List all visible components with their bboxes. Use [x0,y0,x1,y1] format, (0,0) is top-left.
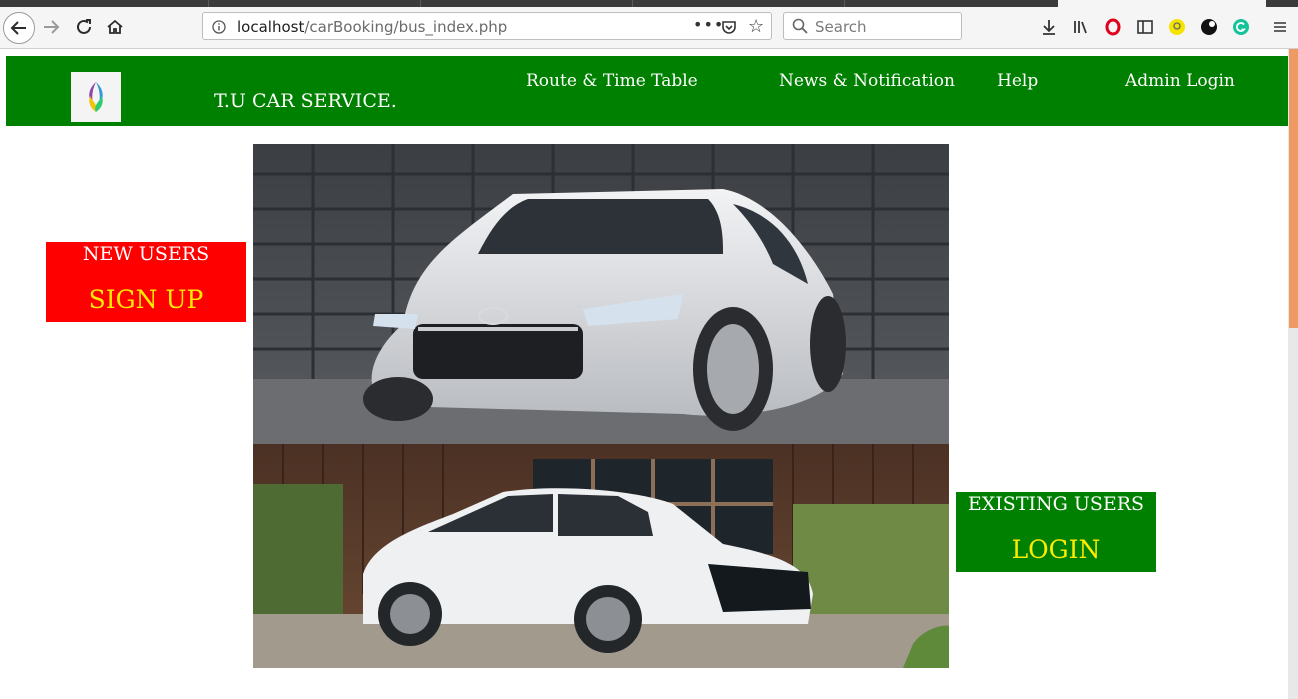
extension-icon[interactable] [1199,17,1219,37]
car-image-side [253,444,949,668]
search-placeholder: Search [815,18,867,36]
new-users-caption: NEW USERS [82,243,210,265]
signup-box[interactable]: NEW USERS SIGN UP [46,242,246,322]
tab-separator [844,0,845,7]
tab-separator [420,0,421,7]
forward-button[interactable] [36,12,66,42]
white-sedan-side-icon [253,444,949,668]
signup-link[interactable]: SIGN UP [46,286,246,314]
sidebar-icon[interactable] [1135,17,1155,37]
nav-help[interactable]: Help [997,71,1038,91]
login-box[interactable]: EXISTING USERS LOGIN [956,492,1156,572]
nav-news-notification[interactable]: News & Notification [779,71,955,91]
nav-admin-login[interactable]: Admin Login [1125,71,1235,91]
tab-separator [208,0,209,7]
menu-icon[interactable] [1270,17,1290,37]
url-host: localhost [237,18,305,36]
info-icon[interactable] [212,19,226,34]
reload-button[interactable] [69,12,99,42]
nav-route-time-table[interactable]: Route & Time Table [526,71,698,91]
arrow-right-icon [44,20,60,34]
existing-users-caption: EXISTING USERS [967,493,1145,515]
home-icon [107,19,123,34]
search-icon [792,18,808,38]
site-title: T.U CAR SERVICE. [214,90,397,112]
pocket-icon[interactable] [721,19,737,39]
lightbulb-icon[interactable] [1167,17,1187,37]
login-link[interactable]: LOGIN [956,536,1156,564]
bookmark-star-icon[interactable]: ☆ [748,16,764,37]
browser-toolbar: localhost/carBooking/bus_index.php ••• ☆… [0,7,1298,49]
url-bar[interactable]: localhost/carBooking/bus_index.php ••• ☆ [202,12,772,40]
logo-icon [89,82,103,112]
opera-icon[interactable] [1103,17,1123,37]
site-logo[interactable] [71,72,121,122]
arrow-left-icon [10,21,26,35]
download-icon[interactable] [1039,17,1059,37]
search-bar[interactable]: Search [783,12,962,40]
car-image-front [253,144,949,444]
grammarly-icon[interactable] [1231,17,1251,37]
tab-separator [632,0,633,7]
url-text[interactable]: localhost/carBooking/bus_index.php [237,18,507,36]
page-actions-icon[interactable]: ••• [693,15,724,34]
home-button[interactable] [100,12,130,42]
back-button[interactable] [3,12,35,44]
library-icon[interactable] [1071,17,1091,37]
browser-tab-strip [0,0,1298,7]
page-scrollbar-thumb[interactable] [1289,49,1298,328]
site-header: T.U CAR SERVICE. Route & Time Table News… [6,56,1288,126]
white-sedan-front-icon [253,144,949,444]
reload-icon [77,19,91,34]
url-path: /carBooking/bus_index.php [304,18,508,36]
active-tab[interactable] [1058,0,1266,7]
